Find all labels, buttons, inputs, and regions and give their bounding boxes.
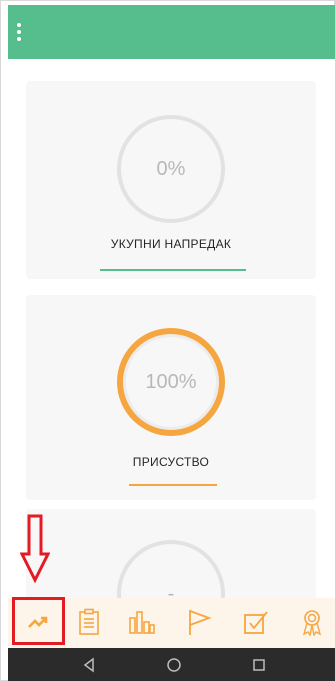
attendance-value: 100% [145,370,197,393]
home-icon[interactable] [165,656,183,674]
third-card: - [26,509,316,598]
progress-label: УКУПНИ НАПРЕДАК [110,237,232,251]
trending-up-icon[interactable] [23,607,53,637]
award-icon[interactable] [297,607,327,637]
red-arrow-annotation [20,514,50,584]
third-value: - [167,582,175,599]
progress-value: 0% [156,157,186,180]
checkbox-icon[interactable] [241,607,271,637]
attendance-label: ПРИСУСТВО [132,455,210,469]
third-ring: - [117,540,225,598]
back-icon[interactable] [81,656,99,674]
system-nav-bar [8,648,335,681]
recents-icon[interactable] [250,656,268,674]
progress-ring: 0% [117,115,225,223]
progress-underline [100,269,246,271]
content-area[interactable]: 0% УКУПНИ НАПРЕДАК 100% ПРИСУСТВО - [8,59,335,598]
bottom-nav [8,597,335,648]
total-progress-card: 0% УКУПНИ НАПРЕДАК [26,81,316,279]
attendance-ring: 100% [117,328,225,436]
bar-chart-icon[interactable] [127,607,157,637]
attendance-card: 100% ПРИСУСТВО [26,295,316,500]
flag-icon[interactable] [184,607,214,637]
app-bar [8,5,335,59]
attendance-underline [129,484,217,486]
more-vert-icon[interactable] [16,23,22,43]
clipboard-icon[interactable] [74,607,104,637]
